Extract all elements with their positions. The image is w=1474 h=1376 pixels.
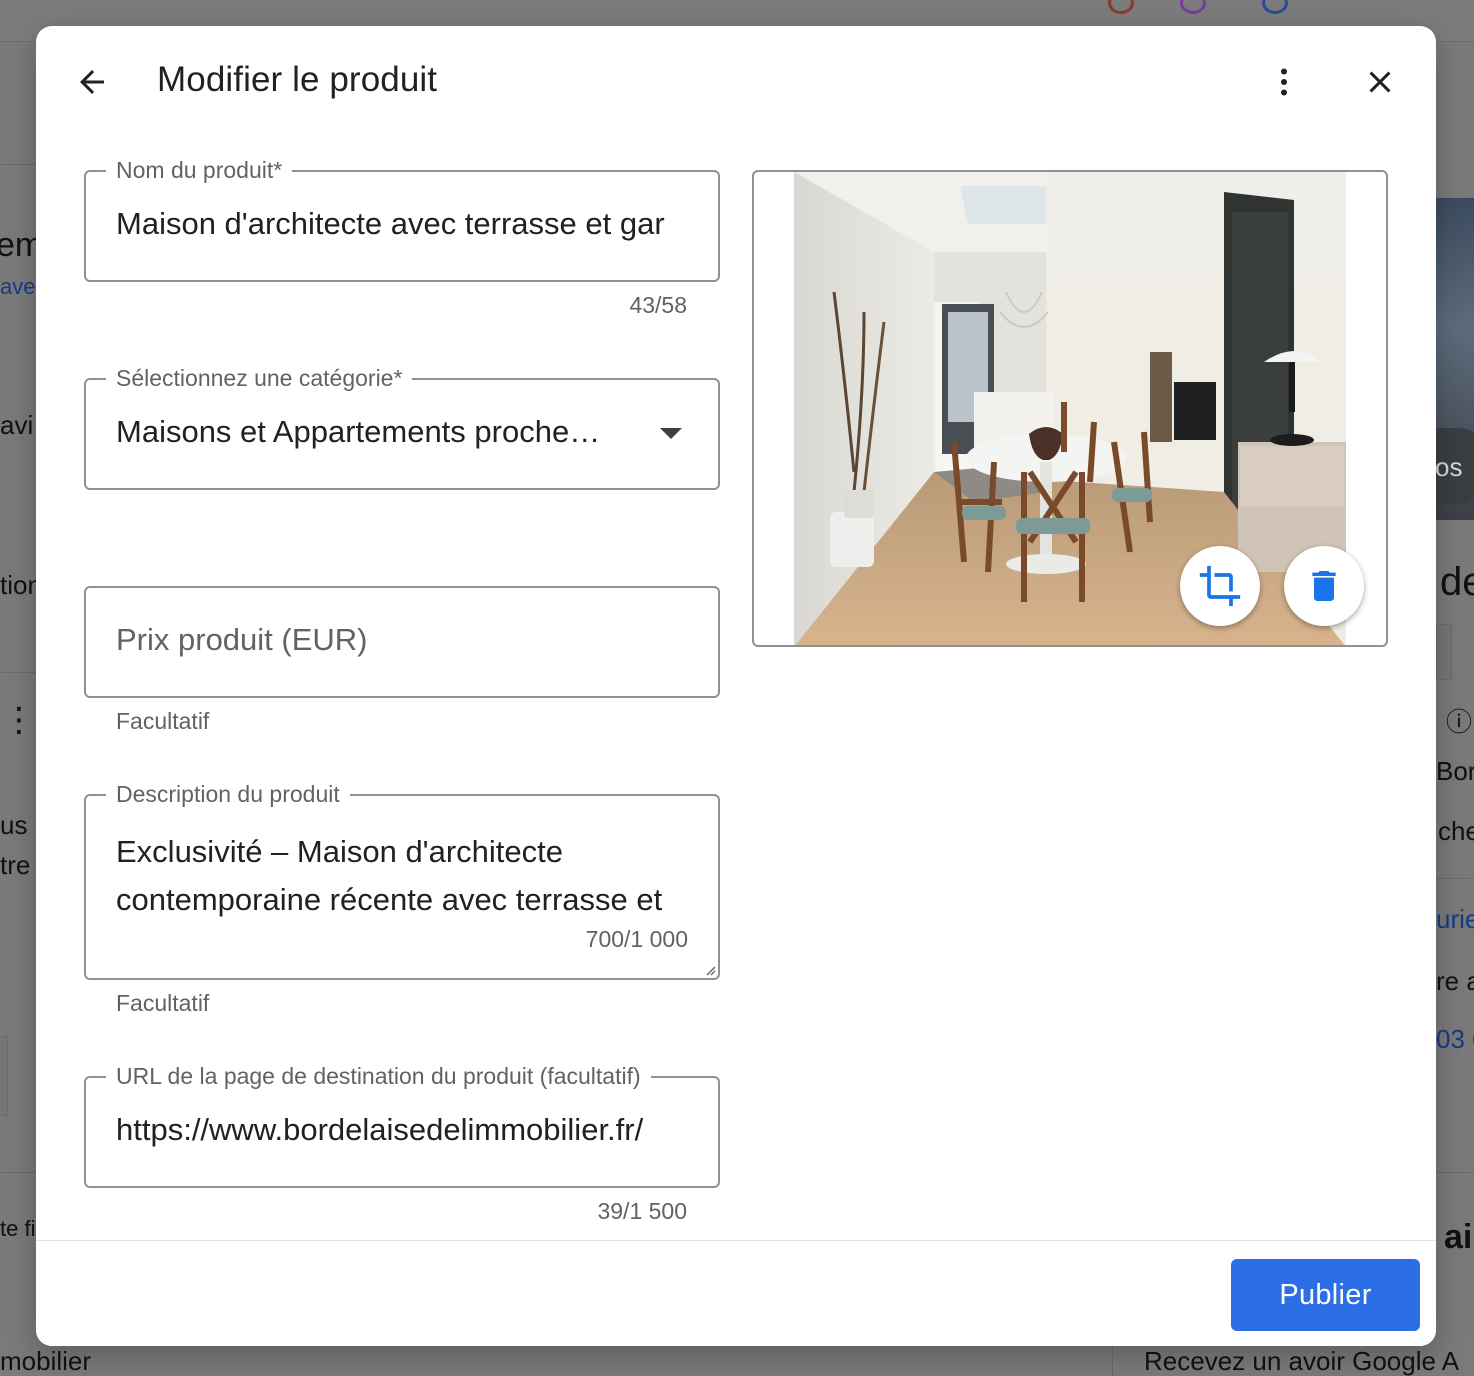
resize-handle-icon[interactable] [702,962,716,976]
trash-icon [1312,571,1336,601]
bg-text: Recevez un avoir Google A [1144,1346,1460,1376]
edit-product-dialog: Modifier le produit Nom du produit* Mais… [36,26,1436,1346]
bg-text: re a [1436,966,1474,996]
bg-link: urie [1436,904,1474,934]
bg-text: che [1438,816,1474,846]
bg-info-icon: ⓘ [1446,707,1473,737]
price-input[interactable]: Prix produit (EUR) [116,622,368,658]
bg-icon [1108,0,1134,14]
url-label: URL de la page de destination du produit… [106,1062,651,1090]
url-input[interactable]: https://www.bordelaisedelimmobilier.fr/ [116,1112,690,1148]
bg-text: tre [0,850,31,880]
product-name-counter: 43/58 [629,292,687,318]
crop-icon [1199,565,1241,607]
description-textarea[interactable]: Exclusivité – Maison d'architecte contem… [116,828,690,924]
price-helper-text: Facultatif [116,708,210,734]
delete-image-button[interactable] [1284,546,1364,626]
product-name-input[interactable]: Maison d'architecte avec terrasse et gar [116,206,690,242]
bg-card [0,1036,8,1116]
publish-button[interactable]: Publier [1231,1259,1420,1331]
back-button[interactable] [68,58,116,106]
dialog-title: Modifier le produit [157,60,438,99]
bg-text: de [1440,560,1474,604]
url-field[interactable]: URL de la page de destination du produit… [84,1062,720,1188]
bg-card [1436,624,1452,680]
bg-search-icon [1262,0,1288,14]
dialog-footer: Publier [36,1240,1436,1346]
price-field[interactable]: Prix produit (EUR) [84,586,720,698]
product-name-label: Nom du produit* [106,156,293,184]
close-button[interactable] [1356,58,1404,106]
bg-more-icon: ⋮ [2,701,36,739]
product-image-panel [752,170,1388,647]
product-photo [794,172,1346,645]
bg-text: Bord [1436,756,1474,786]
close-icon [1369,71,1391,93]
bg-text: mobilier [0,1346,92,1376]
crop-button[interactable] [1180,546,1260,626]
more-vert-icon [1281,68,1287,96]
bg-link: 03 0 [1436,1024,1474,1054]
url-counter: 39/1 500 [597,1198,687,1224]
category-select[interactable]: Sélectionnez une catégorie* Maisons et A… [84,364,720,490]
category-label: Sélectionnez une catégorie* [106,364,413,392]
more-options-button[interactable] [1260,58,1308,106]
bg-icon [1180,0,1206,14]
description-helper-text: Facultatif [116,990,210,1016]
bg-text: avi [0,410,34,440]
dialog-header: Modifier le produit [36,26,1436,138]
bg-text: ai [1444,1218,1473,1256]
category-selected-value: Maisons et Appartements proche… [116,414,601,449]
bg-text: te fi [0,1216,36,1241]
arrow-drop-down-icon [660,428,682,439]
description-field[interactable]: Description du produit Exclusivité – Mai… [84,780,720,980]
description-label: Description du produit [106,780,350,808]
description-counter: 700/1 000 [585,926,688,952]
bg-text: us [0,810,28,840]
bg-link: ave [0,274,36,299]
product-name-field[interactable]: Nom du produit* Maison d'architecte avec… [84,156,720,282]
arrow-back-icon [80,70,104,94]
interior-photo-illustration [794,172,1346,645]
